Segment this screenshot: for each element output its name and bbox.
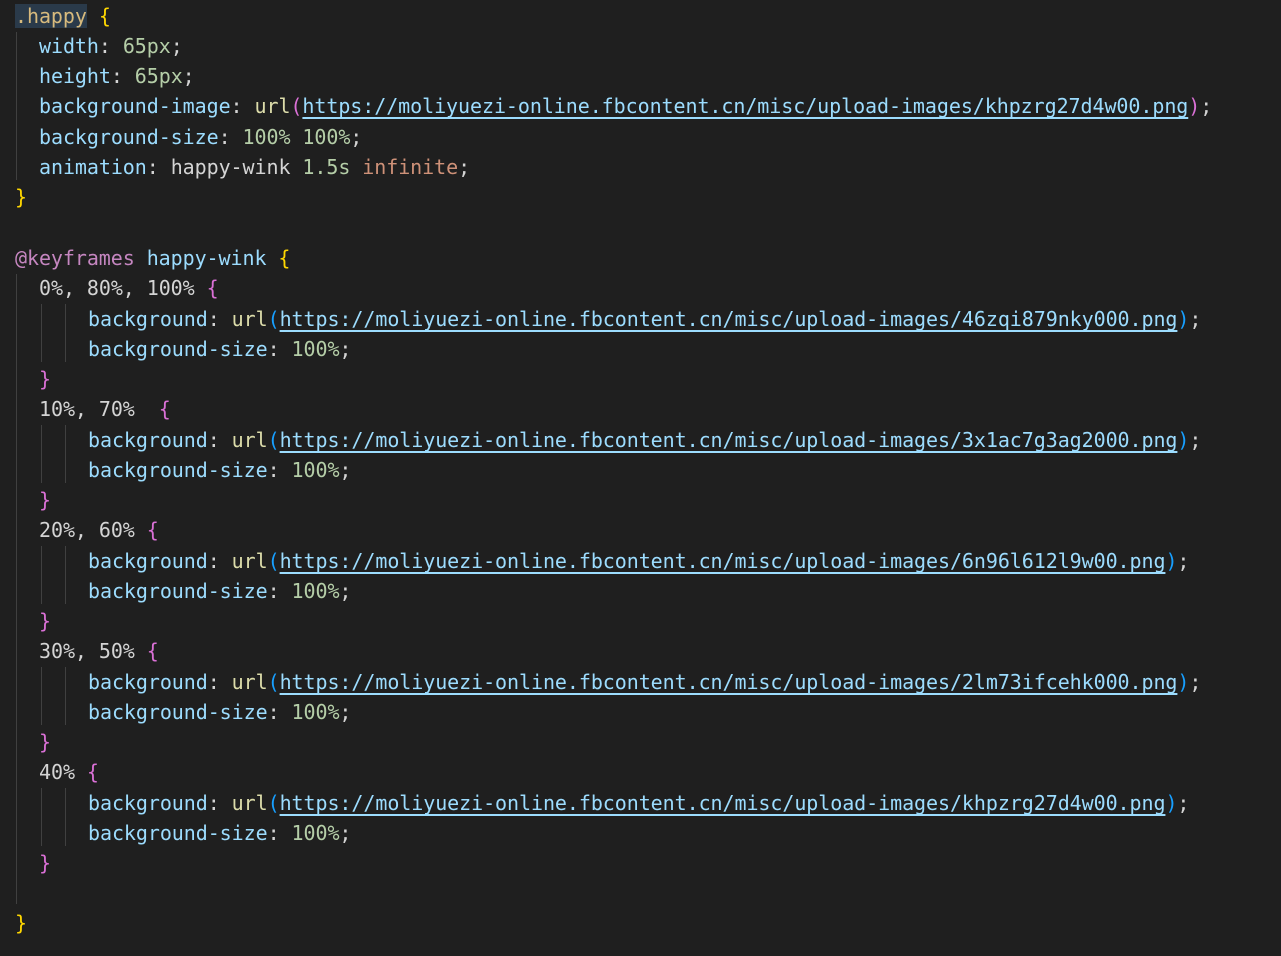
css-function: url — [231, 791, 268, 815]
code-line[interactable]: } — [39, 848, 51, 878]
url-link[interactable]: https://moliyuezi-online.fbcontent.cn/mi… — [280, 428, 1178, 452]
url-link[interactable]: https://moliyuezi-online.fbcontent.cn/mi… — [302, 94, 1188, 118]
css-value: 100% — [291, 458, 340, 482]
code-line[interactable]: background: url(https://moliyuezi-online… — [88, 546, 1189, 576]
keyframe-selector-line[interactable]: 20%, 60% { — [39, 515, 159, 545]
css-value: 100% — [291, 700, 340, 724]
code-line[interactable]: background-size: 100%; — [88, 697, 351, 727]
close-brace: } — [39, 851, 51, 875]
css-value: 65px — [134, 64, 183, 88]
css-value: 100% — [291, 579, 340, 603]
css-property: width — [39, 34, 99, 58]
css-function: url — [254, 94, 291, 118]
code-line[interactable]: background-size: 100%; — [88, 818, 351, 848]
css-property: background — [88, 307, 208, 331]
keyframe-selector-line[interactable]: 30%, 50% { — [39, 636, 159, 666]
indent-guide — [65, 304, 66, 362]
code-line[interactable]: } — [39, 727, 51, 757]
css-property: background — [88, 549, 208, 573]
indent-guide — [65, 546, 66, 604]
close-brace: } — [39, 488, 51, 512]
code-line[interactable]: background: url(https://moliyuezi-online… — [88, 425, 1201, 455]
code-editor[interactable]: .happy { width: 65px; height: 65px; back… — [0, 0, 1281, 956]
code-line[interactable]: width: 65px; — [39, 31, 183, 61]
css-property: height — [39, 64, 111, 88]
keyframe-selector: 20%, 60% — [39, 518, 135, 542]
code-line[interactable]: animation: happy-wink 1.5s infinite; — [39, 152, 470, 182]
css-property: background — [88, 791, 208, 815]
open-brace: { — [278, 246, 291, 270]
code-line[interactable]: .happy { — [15, 1, 111, 31]
keyframe-selector: 40% — [39, 760, 75, 784]
code-line[interactable]: background: url(https://moliyuezi-online… — [88, 788, 1189, 818]
css-function: url — [231, 670, 268, 694]
css-property: background-size — [88, 821, 268, 845]
css-property: animation — [39, 155, 147, 179]
css-value: 65px — [122, 34, 171, 58]
keyframe-selector-line[interactable]: 0%, 80%, 100% { — [39, 273, 219, 303]
code-line[interactable]: } — [39, 364, 51, 394]
code-line[interactable]: } — [15, 182, 27, 212]
indent-guide — [16, 32, 17, 180]
indent-guide — [16, 274, 17, 904]
indent-guide — [65, 425, 66, 483]
code-line[interactable]: background-size: 100%; — [88, 455, 351, 485]
url-link[interactable]: https://moliyuezi-online.fbcontent.cn/mi… — [280, 791, 1166, 815]
code-line[interactable]: background-size: 100%; — [88, 576, 351, 606]
keyframe-selector-line[interactable]: 10%, 70% { — [39, 394, 171, 424]
code-line[interactable]: background: url(https://moliyuezi-online… — [88, 667, 1201, 697]
indent-guide — [41, 788, 42, 846]
keyframe-selector: 10%, 70% — [39, 397, 147, 421]
keyframe-selector: 30%, 50% — [39, 639, 135, 663]
code-line[interactable]: background-size: 100%; — [88, 334, 351, 364]
close-brace: } — [39, 730, 51, 754]
css-property: background-size — [88, 337, 268, 361]
code-line[interactable]: height: 65px; — [39, 61, 195, 91]
css-value: 100% — [302, 125, 351, 149]
close-brace: } — [39, 609, 51, 633]
code-line[interactable]: } — [15, 908, 27, 938]
css-property: background-image — [39, 94, 231, 118]
at-rule-keyword: @keyframes — [15, 246, 135, 270]
css-value: 100% — [291, 337, 340, 361]
open-brace: { — [98, 4, 111, 28]
code-line[interactable]: background: url(https://moliyuezi-online… — [88, 304, 1201, 334]
css-property: background-size — [88, 700, 268, 724]
css-value: 1.5s — [302, 155, 351, 179]
css-property: background — [88, 428, 208, 452]
indent-guide — [65, 667, 66, 725]
url-link[interactable]: https://moliyuezi-online.fbcontent.cn/mi… — [280, 670, 1178, 694]
code-line[interactable]: @keyframes happy-wink { — [15, 243, 290, 273]
keyframe-selector-line[interactable]: 40% { — [39, 757, 99, 787]
keyframes-name: happy-wink — [146, 246, 267, 270]
css-property: background-size — [88, 458, 268, 482]
css-function: url — [231, 549, 268, 573]
css-property: background-size — [88, 579, 268, 603]
keyframe-selector: 0%, 80%, 100% — [39, 276, 195, 300]
css-value: 100% — [291, 821, 340, 845]
css-property: background-size — [39, 125, 219, 149]
code-line[interactable]: } — [39, 606, 51, 636]
indent-guide — [65, 788, 66, 846]
code-line[interactable]: background-size: 100% 100%; — [39, 122, 362, 152]
css-value: infinite — [362, 155, 459, 179]
indent-guide — [41, 425, 42, 483]
close-brace: } — [15, 911, 27, 935]
indent-guide — [41, 304, 42, 362]
close-brace: } — [39, 367, 51, 391]
indent-guide — [41, 667, 42, 725]
indent-guide — [41, 546, 42, 604]
css-selector: .happy — [15, 4, 87, 28]
css-value: 100% — [242, 125, 291, 149]
css-function: url — [231, 307, 268, 331]
close-brace: } — [15, 185, 27, 209]
url-link[interactable]: https://moliyuezi-online.fbcontent.cn/mi… — [280, 307, 1178, 331]
css-value: happy-wink — [170, 155, 291, 179]
css-property: background — [88, 670, 208, 694]
css-function: url — [231, 428, 268, 452]
code-line[interactable]: } — [39, 485, 51, 515]
code-line[interactable]: background-image: url(https://moliyuezi-… — [39, 91, 1212, 121]
url-link[interactable]: https://moliyuezi-online.fbcontent.cn/mi… — [280, 549, 1166, 573]
